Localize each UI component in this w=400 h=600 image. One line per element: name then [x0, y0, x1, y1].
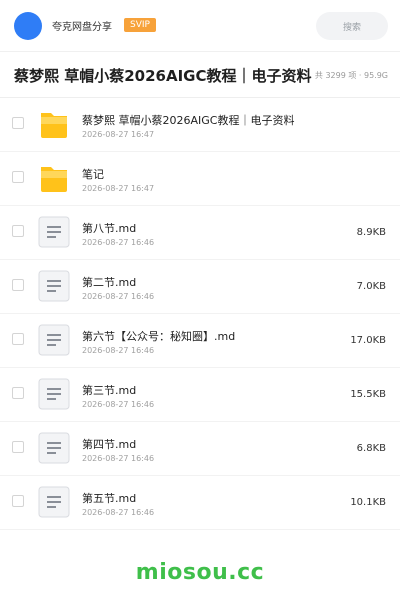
file-date: 2026-08-27 16:46	[82, 292, 155, 301]
file-size: 7.0KB	[356, 281, 386, 292]
top-bar: 夸克网盘分享 SVIP 搜索	[0, 0, 400, 52]
row-checkbox[interactable]	[12, 495, 24, 507]
file-name: 笔记	[82, 168, 104, 181]
file-date: 2026-08-27 16:46	[82, 400, 155, 409]
list-item[interactable]: 第四节.md 2026-08-27 16:46 6.8KB	[0, 422, 400, 476]
page-title: 蔡梦熙 草帽小蔡2026AIGC教程｜电子资料	[14, 67, 312, 85]
vip-badge: SVIP	[124, 18, 156, 32]
watermark: miosou.cc	[135, 560, 265, 585]
document-icon	[38, 324, 70, 356]
list-item[interactable]: 第六节【公众号：秘知圈】.md 2026-08-27 16:46 17.0KB	[0, 314, 400, 368]
file-name: 第二节.md	[82, 276, 137, 289]
brand-label: 夸克网盘分享	[52, 22, 112, 33]
file-date: 2026-08-27 16:47	[82, 184, 155, 193]
file-date: 2026-08-27 16:46	[82, 238, 155, 247]
row-checkbox[interactable]	[12, 117, 24, 129]
file-date: 2026-08-27 16:46	[82, 346, 155, 355]
list-item[interactable]: 笔记 2026-08-27 16:47	[0, 152, 400, 206]
file-name: 第六节【公众号：秘知圈】.md	[82, 330, 236, 343]
list-item[interactable]: 蔡梦熙 草帽小蔡2026AIGC教程｜电子资料 2026-08-27 16:47	[0, 98, 400, 152]
list-item[interactable]: 第三节.md 2026-08-27 16:46 15.5KB	[0, 368, 400, 422]
file-size: 10.1KB	[350, 497, 386, 508]
folder-icon	[38, 108, 70, 140]
document-icon	[38, 270, 70, 302]
file-name: 蔡梦熙 草帽小蔡2026AIGC教程｜电子资料	[82, 114, 295, 127]
file-size: 8.9KB	[356, 227, 386, 238]
folder-stats: 共 3299 项 · 95.9G	[314, 71, 388, 80]
document-icon	[38, 378, 70, 410]
file-name: 第三节.md	[82, 384, 137, 397]
share-page: 夸克网盘分享 SVIP 搜索 蔡梦熙 草帽小蔡2026AIGC教程｜电子资料 共…	[0, 0, 400, 600]
file-date: 2026-08-27 16:47	[82, 130, 155, 139]
folder-title-row: 蔡梦熙 草帽小蔡2026AIGC教程｜电子资料 共 3299 项 · 95.9G	[0, 52, 400, 98]
row-checkbox[interactable]	[12, 387, 24, 399]
row-checkbox[interactable]	[12, 225, 24, 237]
row-checkbox[interactable]	[12, 333, 24, 345]
list-item[interactable]: 第八节.md 2026-08-27 16:46 8.9KB	[0, 206, 400, 260]
file-name: 第四节.md	[82, 438, 137, 451]
row-checkbox[interactable]	[12, 441, 24, 453]
document-icon	[38, 216, 70, 248]
search-input[interactable]: 搜索	[316, 12, 388, 40]
row-checkbox[interactable]	[12, 279, 24, 291]
file-name: 第八节.md	[82, 222, 137, 235]
folder-icon	[38, 162, 70, 194]
row-checkbox[interactable]	[12, 171, 24, 183]
list-item[interactable]: 第五节.md 2026-08-27 16:46 10.1KB	[0, 476, 400, 530]
list-item[interactable]: 第二节.md 2026-08-27 16:46 7.0KB	[0, 260, 400, 314]
document-icon	[38, 432, 70, 464]
file-size: 15.5KB	[350, 389, 386, 400]
document-icon	[38, 486, 70, 518]
file-date: 2026-08-27 16:46	[82, 508, 155, 517]
file-size: 6.8KB	[356, 443, 386, 454]
file-date: 2026-08-27 16:46	[82, 454, 155, 463]
file-list: 蔡梦熙 草帽小蔡2026AIGC教程｜电子资料 2026-08-27 16:47…	[0, 98, 400, 530]
file-size: 17.0KB	[350, 335, 386, 346]
avatar[interactable]	[14, 12, 42, 40]
file-name: 第五节.md	[82, 492, 137, 505]
